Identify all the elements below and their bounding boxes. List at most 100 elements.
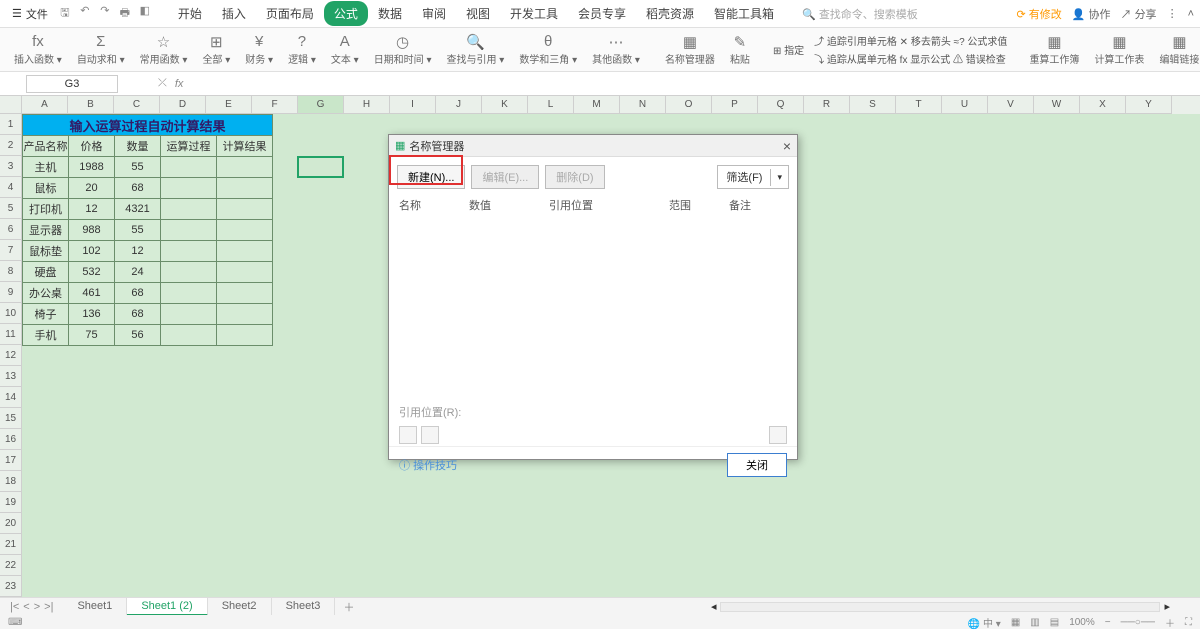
row-18[interactable]: 18 [0, 471, 22, 492]
col-P[interactable]: P [712, 96, 758, 114]
row-15[interactable]: 15 [0, 408, 22, 429]
col-K[interactable]: K [482, 96, 528, 114]
col-N[interactable]: N [620, 96, 666, 114]
fx-area[interactable]: ⤫fx [158, 77, 183, 90]
col-X[interactable]: X [1080, 96, 1126, 114]
row-1[interactable]: 1 [0, 114, 22, 135]
col-D[interactable]: D [160, 96, 206, 114]
ribbon-全部[interactable]: ⊞全部 ▾ [196, 33, 237, 66]
col-T[interactable]: T [896, 96, 942, 114]
dialog-list[interactable] [389, 214, 797, 400]
row-5[interactable]: 5 [0, 198, 22, 219]
sheet-tab-1[interactable]: Sheet1 (2) [127, 598, 207, 616]
tab-3[interactable]: 公式 [324, 1, 368, 26]
col-Y[interactable]: Y [1126, 96, 1172, 114]
col-U[interactable]: U [942, 96, 988, 114]
tab-10[interactable]: 智能工具箱 [704, 1, 784, 26]
preview-icon[interactable]: ◧ [138, 4, 152, 23]
share-button[interactable]: ↗ 分享 [1121, 6, 1157, 22]
row-headers[interactable]: 123456789101112131415161718192021222324 [0, 114, 22, 597]
add-sheet-button[interactable]: ＋ [335, 599, 362, 615]
tips-link[interactable]: ⓘ 操作技巧 [399, 457, 457, 473]
row-3[interactable]: 3 [0, 156, 22, 177]
sheet-tab-0[interactable]: Sheet1 [63, 598, 127, 616]
ribbon-粘贴[interactable]: ✎粘贴 [724, 33, 757, 66]
col-O[interactable]: O [666, 96, 712, 114]
col-A[interactable]: A [22, 96, 68, 114]
row-9[interactable]: 9 [0, 282, 22, 303]
sheet-tab-3[interactable]: Sheet3 [272, 598, 336, 616]
ribbon-其他函数[interactable]: ⋯其他函数 ▾ [586, 33, 647, 66]
col-E[interactable]: E [206, 96, 252, 114]
sheet-nav[interactable]: |<<>>| [0, 601, 63, 613]
column-headers[interactable]: ABCDEFGHIJKLMNOPQRSTUVWXY [22, 96, 1200, 114]
tab-9[interactable]: 稻壳资源 [636, 1, 704, 26]
row-20[interactable]: 20 [0, 513, 22, 534]
close-icon[interactable]: × [783, 138, 791, 154]
undo-icon[interactable]: ↶ [78, 4, 92, 23]
tab-6[interactable]: 视图 [456, 1, 500, 26]
more-icon[interactable]: ⋮ [1167, 7, 1178, 20]
ime-indicator[interactable]: 🌐 中 ▾ [968, 615, 1001, 630]
caret-icon[interactable]: ˄ [1188, 8, 1194, 20]
tab-1[interactable]: 插入 [212, 1, 256, 26]
sheet-tab-2[interactable]: Sheet2 [208, 598, 272, 616]
col-Q[interactable]: Q [758, 96, 804, 114]
ribbon-数学和三角[interactable]: θ数学和三角 ▾ [513, 33, 584, 66]
ribbon-插入函数[interactable]: fx插入函数 ▾ [8, 33, 69, 66]
ribbon-逻辑[interactable]: ?逻辑 ▾ [282, 33, 323, 66]
fullscreen-icon[interactable]: ⛶ [1185, 617, 1192, 628]
dialog-titlebar[interactable]: ▦ 名称管理器 × [389, 135, 797, 157]
ribbon-名称管理器[interactable]: ▦名称管理器 [659, 33, 722, 66]
ribbon-查找与引用[interactable]: 🔍查找与引用 ▾ [441, 33, 512, 66]
name-box[interactable]: G3 [26, 75, 118, 93]
redo-icon[interactable]: ↷ [98, 4, 112, 23]
tab-5[interactable]: 审阅 [412, 1, 456, 26]
col-J[interactable]: J [436, 96, 482, 114]
data-table[interactable]: 输入运算过程自动计算结果产品名称价格数量运算过程计算结果主机198855鼠标20… [22, 114, 273, 346]
row-4[interactable]: 4 [0, 177, 22, 198]
row-14[interactable]: 14 [0, 387, 22, 408]
new-button[interactable]: 新建(N)... [397, 165, 465, 189]
tab-2[interactable]: 页面布局 [256, 1, 324, 26]
tab-7[interactable]: 开发工具 [500, 1, 568, 26]
row-12[interactable]: 12 [0, 345, 22, 366]
col-H[interactable]: H [344, 96, 390, 114]
search-box[interactable]: 🔍 查找命令、搜索模板 [802, 6, 918, 22]
tab-0[interactable]: 开始 [168, 1, 212, 26]
col-G[interactable]: G [298, 96, 344, 114]
row-16[interactable]: 16 [0, 429, 22, 450]
col-M[interactable]: M [574, 96, 620, 114]
view-page-icon[interactable]: ▥ [1030, 617, 1039, 628]
print-icon[interactable]: 🖶 [118, 4, 132, 23]
view-normal-icon[interactable]: ▦ [1011, 617, 1020, 628]
row-7[interactable]: 7 [0, 240, 22, 261]
row-6[interactable]: 6 [0, 219, 22, 240]
col-V[interactable]: V [988, 96, 1034, 114]
col-L[interactable]: L [528, 96, 574, 114]
ref-zoom-icon[interactable] [769, 426, 787, 444]
col-W[interactable]: W [1034, 96, 1080, 114]
tab-4[interactable]: 数据 [368, 1, 412, 26]
col-F[interactable]: F [252, 96, 298, 114]
row-13[interactable]: 13 [0, 366, 22, 387]
row-8[interactable]: 8 [0, 261, 22, 282]
ribbon-自动求和[interactable]: Σ自动求和 ▾ [71, 33, 132, 66]
zoom-in-icon[interactable]: ＋ [1165, 615, 1175, 630]
col-I[interactable]: I [390, 96, 436, 114]
col-S[interactable]: S [850, 96, 896, 114]
filter-dropdown[interactable]: 筛选(F)▾ [717, 165, 789, 189]
collab-button[interactable]: 👤 协作 [1072, 6, 1111, 22]
view-break-icon[interactable]: ▤ [1050, 617, 1059, 628]
row-22[interactable]: 22 [0, 555, 22, 576]
ribbon-财务[interactable]: ¥财务 ▾ [239, 33, 280, 66]
col-B[interactable]: B [68, 96, 114, 114]
row-23[interactable]: 23 [0, 576, 22, 597]
select-all-corner[interactable] [0, 96, 22, 114]
col-C[interactable]: C [114, 96, 160, 114]
col-R[interactable]: R [804, 96, 850, 114]
zoom-out-icon[interactable]: − [1105, 617, 1111, 628]
save-icon[interactable]: 🖫 [58, 4, 72, 23]
ribbon-日期和时间[interactable]: ◷日期和时间 ▾ [368, 33, 439, 66]
pending-changes[interactable]: ⟳ 有修改 [1016, 6, 1061, 22]
